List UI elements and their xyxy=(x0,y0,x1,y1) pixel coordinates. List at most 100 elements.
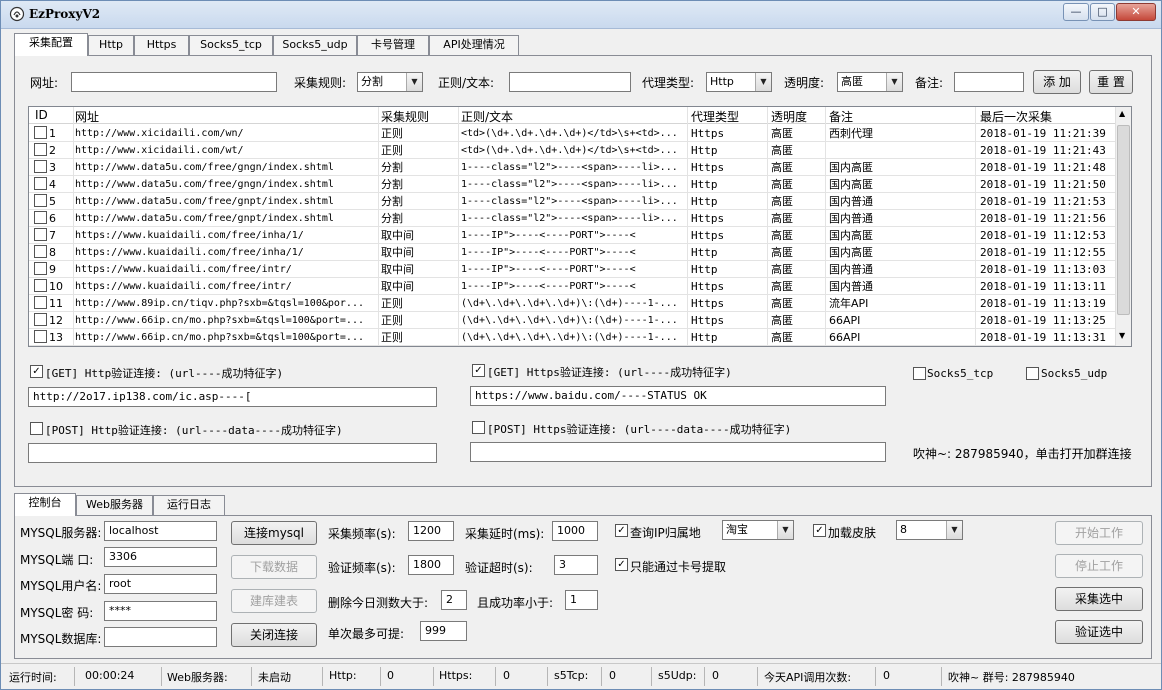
skin-select[interactable]: 8 ▼ xyxy=(896,520,963,540)
scroll-up-icon[interactable]: ▲ xyxy=(1119,109,1125,118)
table-row[interactable]: 7 https://www.kuaidaili.com/free/inha/1/取… xyxy=(29,227,1117,244)
http-count-label: Http: xyxy=(329,669,357,682)
row-checkbox[interactable] xyxy=(34,143,47,156)
row-checkbox[interactable] xyxy=(34,330,47,343)
col-last-collect[interactable]: 最后一次采集 xyxy=(980,108,1052,125)
reset-button[interactable]: 重 置 xyxy=(1089,70,1133,94)
https-get-checkbox[interactable]: ✓ xyxy=(472,364,485,377)
connect-mysql-button[interactable]: 连接mysql xyxy=(231,521,317,545)
row-checkbox[interactable] xyxy=(34,262,47,275)
table-scrollbar[interactable]: ▲ ▼ xyxy=(1115,107,1131,346)
col-id[interactable]: ID xyxy=(35,108,48,122)
rule-select[interactable]: 分割 ▼ xyxy=(357,72,423,92)
group-link[interactable]: 吹神~: 287985940，单击打开加群连接 xyxy=(913,445,1132,462)
query-ip-checkbox[interactable]: ✓ xyxy=(615,524,628,537)
col-url[interactable]: 网址 xyxy=(75,108,99,125)
https-post-checkbox[interactable] xyxy=(472,421,485,434)
create-db-button[interactable]: 建库建表 xyxy=(231,589,317,613)
row-checkbox[interactable] xyxy=(34,160,47,173)
tab-run-log[interactable]: 运行日志 xyxy=(153,495,225,515)
ip-source-select[interactable]: 淘宝 ▼ xyxy=(722,520,794,540)
verify-timeout-input[interactable]: 3 xyxy=(554,555,598,575)
scroll-thumb[interactable] xyxy=(1117,125,1130,315)
col-anon[interactable]: 透明度 xyxy=(771,108,807,125)
load-skin-checkbox[interactable]: ✓ xyxy=(813,524,826,537)
table-row[interactable]: 5 http://www.data5u.com/free/gnpt/index.s… xyxy=(29,193,1117,210)
http-post-input[interactable] xyxy=(28,443,437,463)
table-row[interactable]: 2 http://www.xicidaili.com/wt/正则 <td>(\d+.… xyxy=(29,142,1117,159)
verify-freq-input[interactable]: 1800 xyxy=(408,555,454,575)
http-get-input[interactable]: http://2o17.ip138.com/ic.asp----[ xyxy=(28,387,437,407)
socks5-udp-checkbox[interactable] xyxy=(1026,367,1039,380)
close-connection-button[interactable]: 关闭连接 xyxy=(231,623,317,647)
delete-threshold-input[interactable]: 2 xyxy=(441,590,467,610)
collect-freq-input[interactable]: 1200 xyxy=(408,521,454,541)
tab-web-server[interactable]: Web服务器 xyxy=(76,495,153,515)
tab-console[interactable]: 控制台 xyxy=(14,493,76,516)
mysql-db-input[interactable] xyxy=(104,627,217,647)
row-checkbox[interactable] xyxy=(34,211,47,224)
row-checkbox[interactable] xyxy=(34,126,47,139)
col-remark[interactable]: 备注 xyxy=(829,108,853,125)
max-extract-input[interactable]: 999 xyxy=(420,621,467,641)
table-row[interactable]: 11 http://www.89ip.cn/tiqv.php?sxb=&tqsl=… xyxy=(29,295,1117,312)
collect-delay-input[interactable]: 1000 xyxy=(552,521,598,541)
table-row[interactable]: 9 https://www.kuaidaili.com/free/intr/取中间… xyxy=(29,261,1117,278)
regex-input[interactable] xyxy=(509,72,631,92)
col-rule[interactable]: 采集规则 xyxy=(381,108,429,125)
row-checkbox[interactable] xyxy=(34,313,47,326)
table-row[interactable]: 6 http://www.data5u.com/free/gnpt/index.s… xyxy=(29,210,1117,227)
collect-selected-button[interactable]: 采集选中 xyxy=(1055,587,1143,611)
remark-input[interactable] xyxy=(954,72,1024,92)
col-regex[interactable]: 正则/文本 xyxy=(461,108,513,125)
card-only-checkbox[interactable]: ✓ xyxy=(615,558,628,571)
table-row[interactable]: 10 https://www.kuaidaili.com/free/intr/取中… xyxy=(29,278,1117,295)
table-cell: 取中间 xyxy=(381,229,414,242)
table-cell: 11 xyxy=(49,297,63,310)
tab-socks5-tcp[interactable]: Socks5_tcp xyxy=(189,35,273,55)
mysql-pass-input[interactable]: **** xyxy=(104,601,217,621)
start-work-button[interactable]: 开始工作 xyxy=(1055,521,1143,545)
mysql-port-input[interactable]: 3306 xyxy=(104,547,217,567)
tab-https[interactable]: Https xyxy=(134,35,189,55)
row-checkbox[interactable] xyxy=(34,228,47,241)
row-checkbox[interactable] xyxy=(34,279,47,292)
row-checkbox[interactable] xyxy=(34,177,47,190)
minimize-button[interactable]: — xyxy=(1063,3,1089,21)
http-get-checkbox[interactable]: ✓ xyxy=(30,365,43,378)
table-row[interactable]: 13 http://www.66ip.cn/mo.php?sxb=&tqsl=10… xyxy=(29,329,1117,346)
table-row[interactable]: 12 http://www.66ip.cn/mo.php?sxb=&tqsl=10… xyxy=(29,312,1117,329)
url-input[interactable] xyxy=(71,72,277,92)
https-post-input[interactable] xyxy=(470,442,886,462)
add-button[interactable]: 添 加 xyxy=(1033,70,1081,94)
table-row[interactable]: 3 http://www.data5u.com/free/gngn/index.s… xyxy=(29,159,1117,176)
row-checkbox[interactable] xyxy=(34,296,47,309)
mysql-user-input[interactable]: root xyxy=(104,574,217,594)
row-checkbox[interactable] xyxy=(34,194,47,207)
anon-select[interactable]: 高匿 ▼ xyxy=(837,72,903,92)
download-data-button[interactable]: 下载数据 xyxy=(231,555,317,579)
tab-api-status[interactable]: API处理情况 xyxy=(429,35,519,55)
table-row[interactable]: 4 http://www.data5u.com/free/gngn/index.s… xyxy=(29,176,1117,193)
col-proxy-type[interactable]: 代理类型 xyxy=(691,108,739,125)
row-checkbox[interactable] xyxy=(34,245,47,258)
tab-http[interactable]: Http xyxy=(88,35,134,55)
mysql-server-input[interactable]: localhost xyxy=(104,521,217,541)
close-button[interactable]: ✕ xyxy=(1116,3,1156,21)
table-row[interactable]: 8 https://www.kuaidaili.com/free/inha/1/取… xyxy=(29,244,1117,261)
success-rate-input[interactable]: 1 xyxy=(565,590,598,610)
socks5-tcp-checkbox[interactable] xyxy=(913,367,926,380)
scroll-down-icon[interactable]: ▼ xyxy=(1119,331,1125,340)
tab-collect-config[interactable]: 采集配置 xyxy=(14,33,88,56)
proxy-type-select[interactable]: Http ▼ xyxy=(706,72,772,92)
tab-card-manage[interactable]: 卡号管理 xyxy=(357,35,429,55)
api-calls-value: 0 xyxy=(883,669,890,682)
verify-selected-button[interactable]: 验证选中 xyxy=(1055,620,1143,644)
tab-socks5-udp[interactable]: Socks5_udp xyxy=(273,35,357,55)
chevron-down-icon: ▼ xyxy=(886,73,902,91)
https-get-input[interactable]: https://www.baidu.com/----STATUS OK xyxy=(470,386,886,406)
stop-work-button[interactable]: 停止工作 xyxy=(1055,554,1143,578)
table-row[interactable]: 1 http://www.xicidaili.com/wn/正则 <td>(\d+.… xyxy=(29,125,1117,142)
maximize-button[interactable]: □ xyxy=(1090,3,1115,21)
http-post-checkbox[interactable] xyxy=(30,422,43,435)
